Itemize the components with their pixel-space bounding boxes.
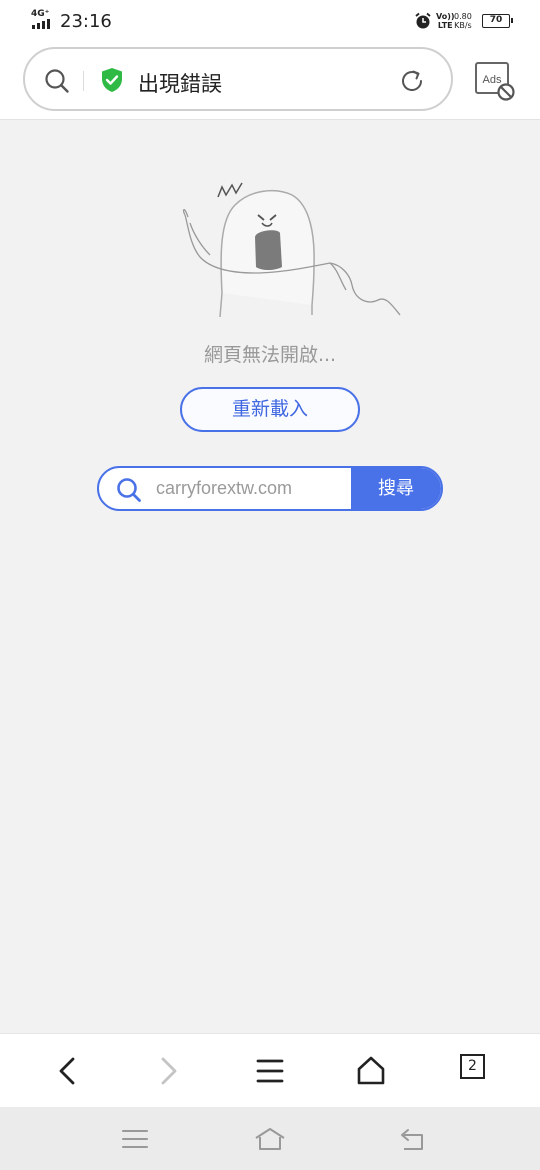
recent-apps-icon[interactable] xyxy=(119,1125,151,1153)
search-button[interactable]: 搜尋 xyxy=(351,468,441,509)
ads-label: Ads xyxy=(483,74,502,86)
home-icon[interactable] xyxy=(353,1054,389,1088)
browser-toolbar: 2 xyxy=(0,1033,540,1107)
page-title[interactable]: 出現錯誤 xyxy=(138,68,222,98)
divider xyxy=(83,71,84,91)
address-bar[interactable]: 出現錯誤 xyxy=(23,47,453,111)
search-input[interactable] xyxy=(156,468,352,509)
system-back-icon[interactable] xyxy=(396,1125,428,1153)
browser-header: 出現錯誤 Ads xyxy=(0,42,540,120)
shield-icon[interactable] xyxy=(100,67,124,93)
search-box: 搜尋 xyxy=(97,466,443,511)
search-icon xyxy=(117,478,141,502)
volte-indicator: Vo)) LTE xyxy=(436,12,455,30)
tab-count: 2 xyxy=(460,1054,485,1079)
error-illustration xyxy=(182,182,401,318)
error-message: 網頁無法開啟... xyxy=(203,344,337,366)
menu-icon[interactable] xyxy=(252,1054,288,1088)
system-home-icon[interactable] xyxy=(254,1125,286,1153)
clock: 23:16 xyxy=(60,11,112,32)
back-icon[interactable] xyxy=(50,1054,86,1088)
search-icon[interactable] xyxy=(44,68,70,94)
status-bar: 4G⁺ 23:16 Vo)) LTE 0.80 KB/s 70 xyxy=(0,0,540,42)
alarm-icon xyxy=(415,12,431,29)
signal-icon xyxy=(32,19,50,29)
tabs-button[interactable]: 2 xyxy=(460,1054,496,1088)
battery-icon: 70 xyxy=(482,14,513,28)
forward-icon[interactable] xyxy=(150,1054,186,1088)
ad-block-icon[interactable]: Ads xyxy=(473,60,517,104)
system-nav-bar xyxy=(0,1107,540,1170)
refresh-icon[interactable] xyxy=(398,67,426,95)
network-speed: 0.80 KB/s xyxy=(454,12,472,30)
reload-button[interactable]: 重新載入 xyxy=(180,387,360,432)
